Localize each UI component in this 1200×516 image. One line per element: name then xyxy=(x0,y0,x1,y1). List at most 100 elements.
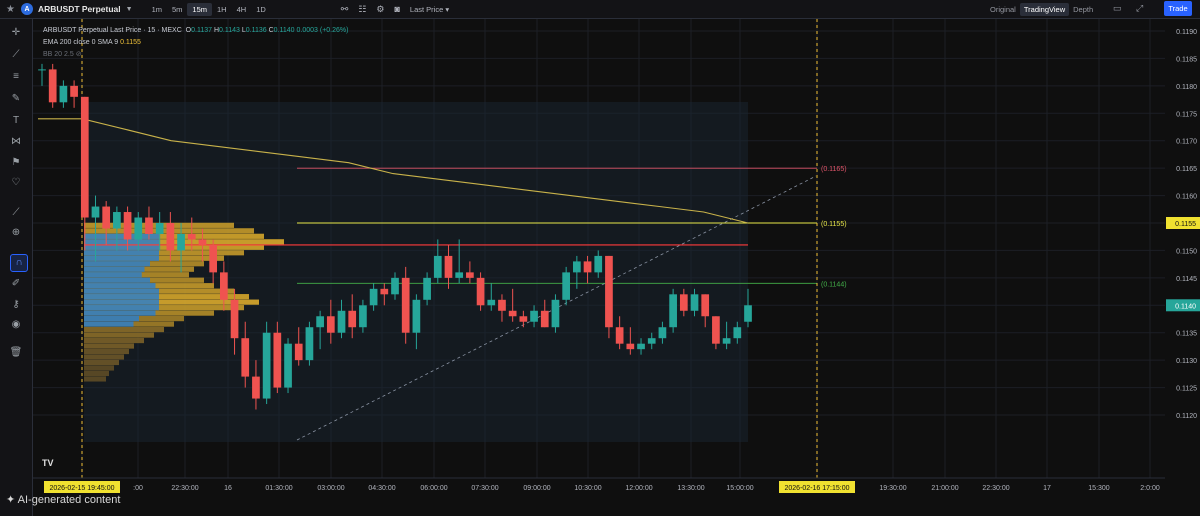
candle-body xyxy=(166,223,175,251)
candle-body xyxy=(572,261,581,273)
favorite-star-icon[interactable]: ★ xyxy=(6,4,15,15)
price-tick-label: 0.1175 xyxy=(1176,111,1197,118)
price-tick-label: 0.1170 xyxy=(1176,139,1197,146)
ruler-icon[interactable]: ⟋ xyxy=(0,207,32,218)
time-tick-label: 06:00:00 xyxy=(420,485,447,492)
view-switcher: Original TradingView Depth xyxy=(986,3,1097,16)
timeframe-1m[interactable]: 1m xyxy=(147,3,167,16)
candle-body xyxy=(594,255,603,273)
compare-icon[interactable]: ☷ xyxy=(358,4,366,15)
timeframe-1h[interactable]: 1H xyxy=(212,3,232,16)
candle-body xyxy=(177,233,185,251)
trash-icon[interactable]: 🗑 xyxy=(0,347,32,358)
legend-ema-row[interactable]: EMA 200 close 0 SMA 9 0.1155 xyxy=(43,37,348,49)
price-level-label: (0.1144) xyxy=(821,281,847,288)
view-tradingview[interactable]: TradingView xyxy=(1019,3,1070,16)
candle-body xyxy=(380,288,389,295)
time-tick-label: 19:30:00 xyxy=(879,485,906,492)
volume-profile-value-bar xyxy=(84,316,139,322)
price-type-label: Last Price xyxy=(409,4,444,14)
candle-body xyxy=(294,343,303,361)
view-original[interactable]: Original xyxy=(986,3,1020,16)
horizontal-lines-icon[interactable]: ≡ xyxy=(0,71,32,82)
time-tick-label: 21:00:00 xyxy=(931,485,958,492)
layout-icon[interactable]: ▭ xyxy=(1113,3,1122,14)
volume-profile-value-bar xyxy=(84,321,134,327)
price-tick-label: 0.1185 xyxy=(1176,56,1197,63)
time-tick-label: 03:00:00 xyxy=(317,485,344,492)
lock-drawings-icon[interactable]: ✐ xyxy=(0,278,32,289)
zoom-icon[interactable]: ⊕ xyxy=(0,227,32,238)
time-tick-label: :00 xyxy=(133,485,143,492)
timeframe-15m[interactable]: 15m xyxy=(187,2,212,16)
lock-icon[interactable]: ⚷ xyxy=(0,299,32,310)
candle-body xyxy=(508,310,517,317)
candle-body xyxy=(337,310,346,333)
candle-body xyxy=(155,223,164,234)
trend-line-icon[interactable]: ⟋ xyxy=(0,49,32,60)
forecast-icon[interactable]: ⚑ xyxy=(0,157,32,168)
view-depth[interactable]: Depth xyxy=(1069,3,1097,16)
symbol-selector[interactable]: ★ A ARBUSDT Perpetual ▼ xyxy=(6,3,133,15)
price-type-dropdown[interactable]: Last Price ▾ xyxy=(410,5,449,14)
trade-button[interactable]: Trade xyxy=(1164,1,1192,16)
brush-icon[interactable]: ✎ xyxy=(0,93,32,104)
volume-profile-value-bar xyxy=(84,283,156,289)
eye-off-icon[interactable]: ⊘ xyxy=(76,51,82,58)
timeframe-4h[interactable]: 4H xyxy=(232,3,252,16)
time-tick-label: 16 xyxy=(224,485,232,492)
pattern-icon[interactable]: ⋈ xyxy=(0,136,32,147)
eye-icon[interactable]: ◉ xyxy=(0,319,32,330)
candle-body xyxy=(391,277,399,295)
volume-profile-value-bar xyxy=(84,305,159,311)
price-badge-label: 0.1155 xyxy=(1175,221,1196,228)
time-tick-label: 10:30:00 xyxy=(574,485,601,492)
camera-icon[interactable]: ◙ xyxy=(394,4,399,14)
magnet-icon[interactable]: ∩ xyxy=(10,254,28,272)
candle-body xyxy=(369,288,378,306)
chevron-down-icon[interactable]: ▼ xyxy=(126,6,133,13)
candle-body xyxy=(326,316,335,333)
time-tick-label: 09:00:00 xyxy=(523,485,550,492)
candle-body xyxy=(476,277,485,306)
volume-profile-value-bar xyxy=(84,277,150,283)
candle-body xyxy=(359,305,367,328)
legend-bb-row[interactable]: BB 20 2.5 ⊘ xyxy=(43,49,348,61)
price-tick-label: 0.1130 xyxy=(1176,358,1197,365)
range-box xyxy=(84,102,748,442)
text-tool-icon[interactable]: T xyxy=(0,115,32,126)
candle-body xyxy=(605,255,613,328)
heart-icon[interactable]: ♡ xyxy=(0,177,32,188)
timeframe-5m[interactable]: 5m xyxy=(167,3,187,16)
ema-value: 0.1155 xyxy=(120,39,141,46)
candle-body xyxy=(241,338,250,377)
candle-body xyxy=(679,294,688,311)
ai-generated-watermark: ✦ AI-generated content xyxy=(6,494,121,506)
candle-body xyxy=(284,343,292,388)
ema-label: EMA 200 close 0 SMA 9 xyxy=(43,39,119,46)
candle-body xyxy=(519,316,528,322)
candle-body xyxy=(423,277,431,300)
price-chart[interactable]: (0.1165) (0.1155) (0.1144) 0.1190 0.1185 0.1… xyxy=(33,19,1200,516)
candle-body xyxy=(113,212,121,229)
candle-body xyxy=(123,212,132,240)
volume-profile-bar xyxy=(84,359,119,366)
candle-body xyxy=(530,310,538,322)
fullscreen-icon[interactable]: ⤢ xyxy=(1136,3,1143,14)
price-tick-label: 0.1150 xyxy=(1176,248,1197,255)
volume-profile-value-bar xyxy=(84,288,159,294)
timeframe-1d[interactable]: 1D xyxy=(251,3,271,16)
volume-profile-bar xyxy=(84,354,124,360)
settings-icon[interactable]: ⚙ xyxy=(376,4,384,15)
candle-body xyxy=(562,272,571,300)
candle-body xyxy=(647,338,656,344)
candle-body xyxy=(273,332,282,388)
change-value: 0.0003 (+0.26%) xyxy=(296,27,349,34)
volume-profile-value-bar xyxy=(84,299,159,305)
drawing-toolbar: ✛ ⟋ ≡ ✎ T ⋈ ⚑ ♡ ⟋ ⊕ ∩ ✐ ⚷ ◉ 🗑 xyxy=(0,19,33,516)
candle-body xyxy=(455,272,464,278)
crosshair-icon[interactable]: ✛ xyxy=(0,27,32,38)
time-axis[interactable] xyxy=(33,478,1165,516)
candle-body xyxy=(348,310,357,328)
indicators-icon[interactable]: ⚯ xyxy=(341,4,349,15)
